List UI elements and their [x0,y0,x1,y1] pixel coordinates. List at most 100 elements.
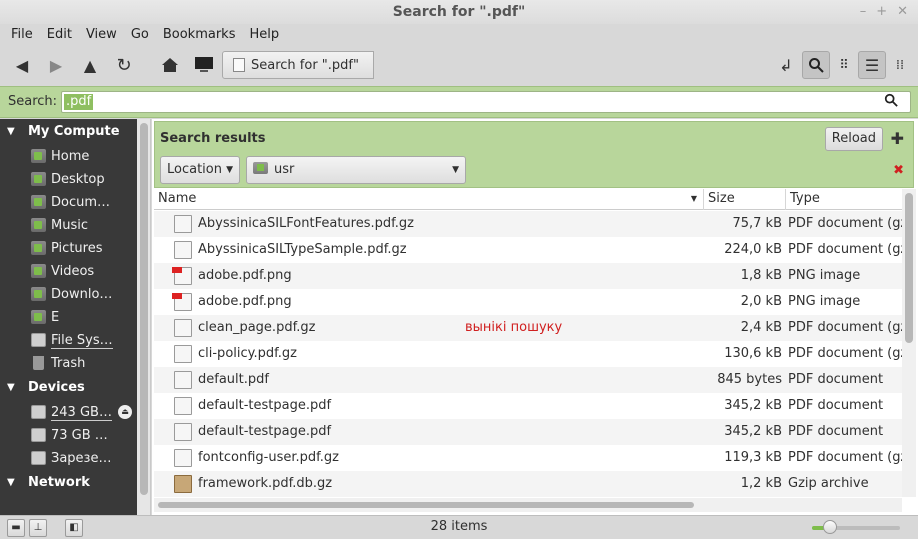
table-row[interactable]: fontconfig-user.pdf.gz 119,3 kB PDF docume… [154,445,902,471]
search-input[interactable]: .pdf [61,91,911,113]
up-arrow-icon[interactable]: ▲ [76,51,104,79]
archive-icon [174,475,192,493]
dropdown-arrow-icon: ▼ [226,165,233,175]
add-criteria-icon[interactable]: ✚ [891,129,904,148]
file-name: AbyssinicaSILTypeSample.pdf.gz [198,242,407,257]
table-header: Name ▼ Size Type [154,189,902,210]
horizontal-scrollbar[interactable] [154,498,902,512]
search-results-annotation: вынікі пошуку [465,320,563,335]
sidebar-item-downloads[interactable]: Downlo… [0,283,137,306]
search-label: Search: [8,94,58,109]
file-name: fontconfig-user.pdf.gz [198,450,339,465]
doc-icon [174,423,192,441]
table-row[interactable]: default-testpage.pdf 345,2 kB PDF document [154,393,902,419]
sidebar-item-device-73gb[interactable]: 73 GB … [0,424,137,447]
sidebar-item-trash[interactable]: Trash [0,352,137,375]
search-value: .pdf [64,94,94,110]
file-name: adobe.pdf.png [198,294,292,309]
table-row[interactable]: cli-policy.pdf.gz 130,6 kB PDF document (g… [154,341,902,367]
sidebar-item-pictures[interactable]: Pictures [0,237,137,260]
sidebar-item-home[interactable]: Home [0,145,137,168]
menu-file[interactable]: File [4,24,40,46]
menu-go[interactable]: Go [124,24,156,46]
location-dropdown[interactable]: Location ▼ [160,156,240,184]
sidebar-item-device-243gb[interactable]: 243 GB… ⏏ [0,401,137,424]
file-name: cli-policy.pdf.gz [198,346,297,361]
trash-icon [33,356,44,370]
doc-archive-icon [174,215,192,233]
column-name[interactable]: Name ▼ [154,189,704,210]
table-row[interactable]: default-testpage.pdf 345,2 kB PDF document [154,419,902,445]
column-size[interactable]: Size [704,189,786,210]
dropdown-arrow-icon: ▼ [452,165,459,175]
search-toggle-icon[interactable] [802,51,830,79]
open-terminal-icon[interactable]: ↲ [772,51,800,79]
menu-help[interactable]: Help [242,24,286,46]
sidebar-section-network[interactable]: ▼ Network [0,470,137,496]
sidebar-item-documents[interactable]: Docum… [0,191,137,214]
home-icon[interactable] [156,51,184,79]
documents-folder-icon [31,195,46,209]
item-count: 28 items [430,519,488,534]
sidebar-item-videos[interactable]: Videos [0,260,137,283]
sidebar-item-device-reserved[interactable]: Зарезе… [0,447,137,470]
file-size: 130,6 kB [724,346,782,361]
sidebar-item-e[interactable]: E [0,306,137,329]
table-row[interactable]: adobe.pdf.png 1,8 kB PNG image [154,263,902,289]
sidebar-item-desktop[interactable]: Desktop [0,168,137,191]
file-name: default-testpage.pdf [198,398,332,413]
table-row[interactable]: AbyssinicaSILTypeSample.pdf.gz 224,0 kB PD… [154,237,902,263]
eject-icon[interactable]: ⏏ [118,405,132,419]
file-size: 2,0 kB [740,294,782,309]
remove-criteria-icon[interactable]: ✖ [893,163,904,178]
file-name: default.pdf [198,372,269,387]
forward-arrow-icon[interactable]: ▶ [42,51,70,79]
list-view-icon[interactable]: ☰ [858,51,886,79]
computer-icon[interactable] [190,51,218,79]
breadcrumb-search[interactable]: Search for ".pdf" [222,51,374,79]
search-icon[interactable] [884,93,898,111]
menu-bookmarks[interactable]: Bookmarks [156,24,243,46]
zoom-slider-knob[interactable] [822,520,837,534]
desktop-folder-icon [31,172,46,186]
sidebar-section-my-computer[interactable]: ▼ My Compute [0,119,137,145]
file-type: Gzip archive [788,476,869,491]
music-folder-icon [31,218,46,232]
file-list-scrollbar[interactable] [902,189,916,497]
minimize-button[interactable]: – [860,4,867,19]
file-name: clean_page.pdf.gz [198,320,316,335]
column-type[interactable]: Type [786,189,902,210]
table-row[interactable]: framework.pdf.db.gz 1,2 kB Gzip archive [154,471,902,497]
sidebar-item-filesystem[interactable]: File Sys… [0,329,137,352]
scrollbar-thumb[interactable] [140,123,148,495]
doc-archive-icon [174,449,192,467]
search-results-heading: Search results [160,131,266,146]
search-bar: Search: .pdf [0,86,918,118]
folder-dropdown[interactable]: usr ▼ [246,156,466,184]
compact-view-icon[interactable]: ⁞⁞ [886,51,914,79]
scrollbar-thumb[interactable] [905,193,913,343]
file-size: 224,0 kB [724,242,782,257]
icon-view-icon[interactable]: ⠿ [830,51,858,79]
file-name: AbyssinicaSILFontFeatures.pdf.gz [198,216,414,231]
doc-archive-icon [174,345,192,363]
reload-button[interactable]: Reload [824,127,883,151]
sidebar-scrollbar[interactable] [137,119,151,515]
file-type: PDF document (gz [788,242,902,257]
expand-arrow-icon: ▼ [7,126,15,137]
reload-icon[interactable]: ↻ [110,51,138,79]
zoom-slider[interactable] [812,520,900,534]
close-window-button[interactable]: ✕ [897,4,908,19]
table-row[interactable]: AbyssinicaSILFontFeatures.pdf.gz 75,7 kB P… [154,211,902,237]
menu-view[interactable]: View [79,24,124,46]
table-row[interactable]: clean_page.pdf.gz 2,4 kB PDF document (gz в… [154,315,902,341]
maximize-button[interactable]: + [876,4,887,19]
back-arrow-icon[interactable]: ◀ [8,51,36,79]
table-row[interactable]: default.pdf 845 bytes PDF document [154,367,902,393]
scrollbar-thumb[interactable] [158,502,694,508]
sidebar-section-devices[interactable]: ▼ Devices [0,375,137,401]
menu-edit[interactable]: Edit [40,24,79,46]
table-row[interactable]: adobe.pdf.png 2,0 kB PNG image [154,289,902,315]
sidebar-item-music[interactable]: Music [0,214,137,237]
file-name: default-testpage.pdf [198,424,332,439]
